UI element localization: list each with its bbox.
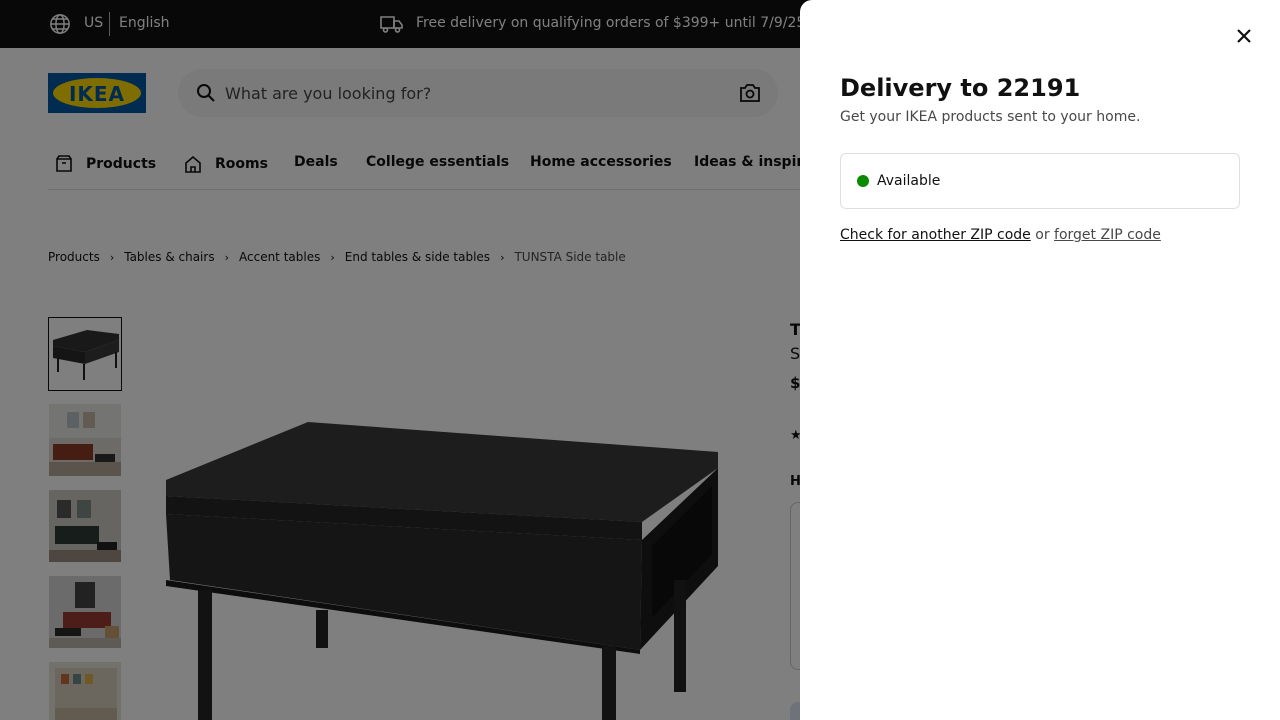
- availability-status: Available: [840, 153, 1240, 209]
- zip-links: Check for another ZIP code or forget ZIP…: [840, 227, 1161, 243]
- or-text: or: [1035, 227, 1050, 243]
- status-text: Available: [877, 173, 941, 189]
- drawer-subtitle: Get your IKEA products sent to your home…: [840, 109, 1141, 125]
- forget-zip-link[interactable]: forget ZIP code: [1054, 227, 1161, 243]
- check-zip-link[interactable]: Check for another ZIP code: [840, 227, 1031, 243]
- close-icon[interactable]: [1232, 24, 1256, 48]
- delivery-drawer: Delivery to 22191 Get your IKEA products…: [800, 0, 1280, 720]
- drawer-title: Delivery to 22191: [840, 74, 1081, 102]
- status-dot-icon: [857, 175, 869, 187]
